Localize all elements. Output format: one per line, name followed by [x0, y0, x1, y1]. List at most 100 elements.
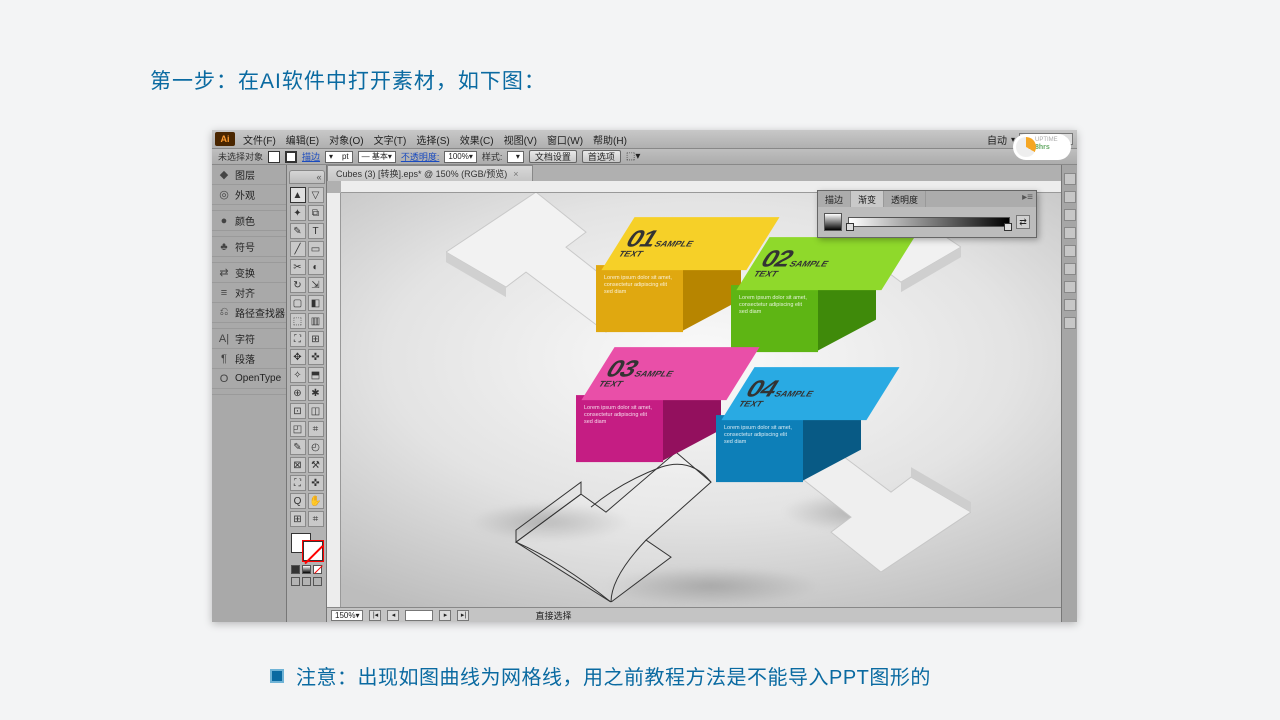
dock-icon[interactable]: [1064, 209, 1076, 221]
tool-button[interactable]: ╱: [290, 241, 306, 257]
artboard[interactable]: 01 SAMPLETEXTLorem ipsum dolor sit amet,…: [341, 193, 1061, 607]
zoom-field[interactable]: 150% ▾: [331, 610, 363, 621]
stroke-link[interactable]: 描边: [302, 150, 320, 163]
artboard-last-icon[interactable]: ▸|: [457, 610, 469, 621]
tool-button[interactable]: ▢: [290, 295, 306, 311]
gradient-panel[interactable]: ▸≡ 描边渐变透明度 ⇄: [817, 190, 1037, 238]
panel-item[interactable]: ♣符号: [212, 237, 286, 257]
dock-icon[interactable]: [1064, 245, 1076, 257]
dock-icon[interactable]: [1064, 281, 1076, 293]
tool-button[interactable]: ⌗: [308, 421, 324, 437]
panel-item[interactable]: ⇄变换: [212, 263, 286, 283]
panel-item[interactable]: ◎外观: [212, 185, 286, 205]
tool-button[interactable]: ✎: [290, 223, 306, 239]
tool-button[interactable]: ⬒: [308, 367, 324, 383]
tool-button[interactable]: ⊕: [290, 385, 306, 401]
tool-button[interactable]: ✂: [290, 259, 306, 275]
menu-item[interactable]: 编辑(E): [284, 132, 321, 147]
tool-button[interactable]: ⛶: [290, 475, 306, 491]
fill-stroke-swatches[interactable]: [291, 533, 323, 561]
panel-item[interactable]: A|字符: [212, 329, 286, 349]
tool-button[interactable]: ⚒: [308, 457, 324, 473]
panel-item[interactable]: ●颜色: [212, 211, 286, 231]
toolbox-tab[interactable]: «: [289, 170, 325, 184]
panel-item[interactable]: ¶段落: [212, 349, 286, 369]
tool-button[interactable]: ◫: [308, 403, 324, 419]
dock-icon[interactable]: [1064, 299, 1076, 311]
gradient-slider[interactable]: [848, 217, 1010, 227]
panel-item[interactable]: ≡对齐: [212, 283, 286, 303]
menu-item[interactable]: 效果(C): [458, 132, 496, 147]
stroke-swatch-icon[interactable]: [285, 151, 297, 163]
panel-tab[interactable]: 描边: [818, 191, 851, 207]
artboard-num-field[interactable]: [405, 610, 433, 621]
prefs-button[interactable]: 首选项: [582, 150, 621, 163]
panel-icon: O: [218, 373, 230, 385]
menu-item[interactable]: 选择(S): [414, 132, 451, 147]
tool-button[interactable]: ✦: [290, 205, 306, 221]
opacity-link[interactable]: 不透明度:: [401, 150, 440, 163]
tool-button[interactable]: ▲: [290, 187, 306, 203]
tool-button[interactable]: ⊞: [308, 331, 324, 347]
align-icon[interactable]: ⬚▾: [626, 151, 640, 162]
panel-tab[interactable]: 透明度: [884, 191, 926, 207]
tool-button[interactable]: ◧: [308, 295, 324, 311]
tool-button[interactable]: ⧉: [308, 205, 324, 221]
brush-field[interactable]: — 基本 ▾: [358, 151, 396, 163]
menu-item[interactable]: 视图(V): [502, 132, 539, 147]
tool-button[interactable]: ✋: [308, 493, 324, 509]
tool-button[interactable]: ⊠: [290, 457, 306, 473]
tool-button[interactable]: ◴: [308, 439, 324, 455]
tool-button[interactable]: ⊡: [290, 403, 306, 419]
tool-button[interactable]: ▥: [308, 313, 324, 329]
dock-icon[interactable]: [1064, 191, 1076, 203]
panel-item[interactable]: ◆图层: [212, 165, 286, 185]
menu-item[interactable]: 窗口(W): [545, 132, 585, 147]
tool-button[interactable]: ⬚: [290, 313, 306, 329]
document-tab[interactable]: Cubes (3) [转换].eps* @ 150% (RGB/预览)×: [327, 165, 533, 181]
screen-mode-icons[interactable]: [291, 577, 322, 586]
menu-item[interactable]: 对象(O): [327, 132, 365, 147]
tool-button[interactable]: ✧: [290, 367, 306, 383]
panel-item[interactable]: OOpenType: [212, 369, 286, 389]
tool-button[interactable]: ✜: [308, 475, 324, 491]
tool-button[interactable]: ⌗: [308, 511, 324, 527]
tool-button[interactable]: ◐: [308, 259, 324, 275]
panel-icon: ⎌: [218, 307, 230, 319]
tool-button[interactable]: ✜: [308, 349, 324, 365]
menu-item[interactable]: 帮助(H): [591, 132, 629, 147]
tool-button[interactable]: ▽: [308, 187, 324, 203]
artboard-prev-icon[interactable]: ◂: [387, 610, 399, 621]
reverse-gradient-icon[interactable]: ⇄: [1016, 215, 1030, 229]
tool-button[interactable]: ⊞: [290, 511, 306, 527]
dock-icon[interactable]: [1064, 317, 1076, 329]
tool-button[interactable]: ✱: [308, 385, 324, 401]
tool-button[interactable]: ✎: [290, 439, 306, 455]
artboard-first-icon[interactable]: |◂: [369, 610, 381, 621]
artboard-next-icon[interactable]: ▸: [439, 610, 451, 621]
dock-icon[interactable]: [1064, 227, 1076, 239]
dock-icon[interactable]: [1064, 263, 1076, 275]
tool-button[interactable]: ⇲: [308, 277, 324, 293]
style-field[interactable]: ▾: [507, 151, 523, 163]
tool-button[interactable]: ↻: [290, 277, 306, 293]
gradient-preview-icon[interactable]: [824, 213, 842, 231]
tool-button[interactable]: Q: [290, 493, 306, 509]
tool-button[interactable]: ◰: [290, 421, 306, 437]
tool-button[interactable]: ⛶: [290, 331, 306, 347]
opacity-field[interactable]: 100% ▾: [444, 151, 476, 163]
dock-icon[interactable]: [1064, 173, 1076, 185]
fill-swatch-icon[interactable]: [268, 151, 280, 163]
doc-setup-button[interactable]: 文档设置: [529, 150, 577, 163]
tool-button[interactable]: ▭: [308, 241, 324, 257]
menu-item[interactable]: 文件(F): [241, 132, 278, 147]
panel-tab[interactable]: 渐变: [851, 191, 884, 207]
menu-item[interactable]: 文字(T): [372, 132, 409, 147]
tool-button[interactable]: T: [308, 223, 324, 239]
panel-menu-icon[interactable]: ▸≡: [1022, 192, 1033, 203]
color-mode-icons[interactable]: [291, 565, 322, 574]
stroke-weight-field[interactable]: ▾ pt: [325, 151, 353, 163]
panel-item[interactable]: ⎌路径查找器: [212, 303, 286, 323]
tool-button[interactable]: ✥: [290, 349, 306, 365]
tab-close-icon[interactable]: ×: [513, 169, 518, 179]
